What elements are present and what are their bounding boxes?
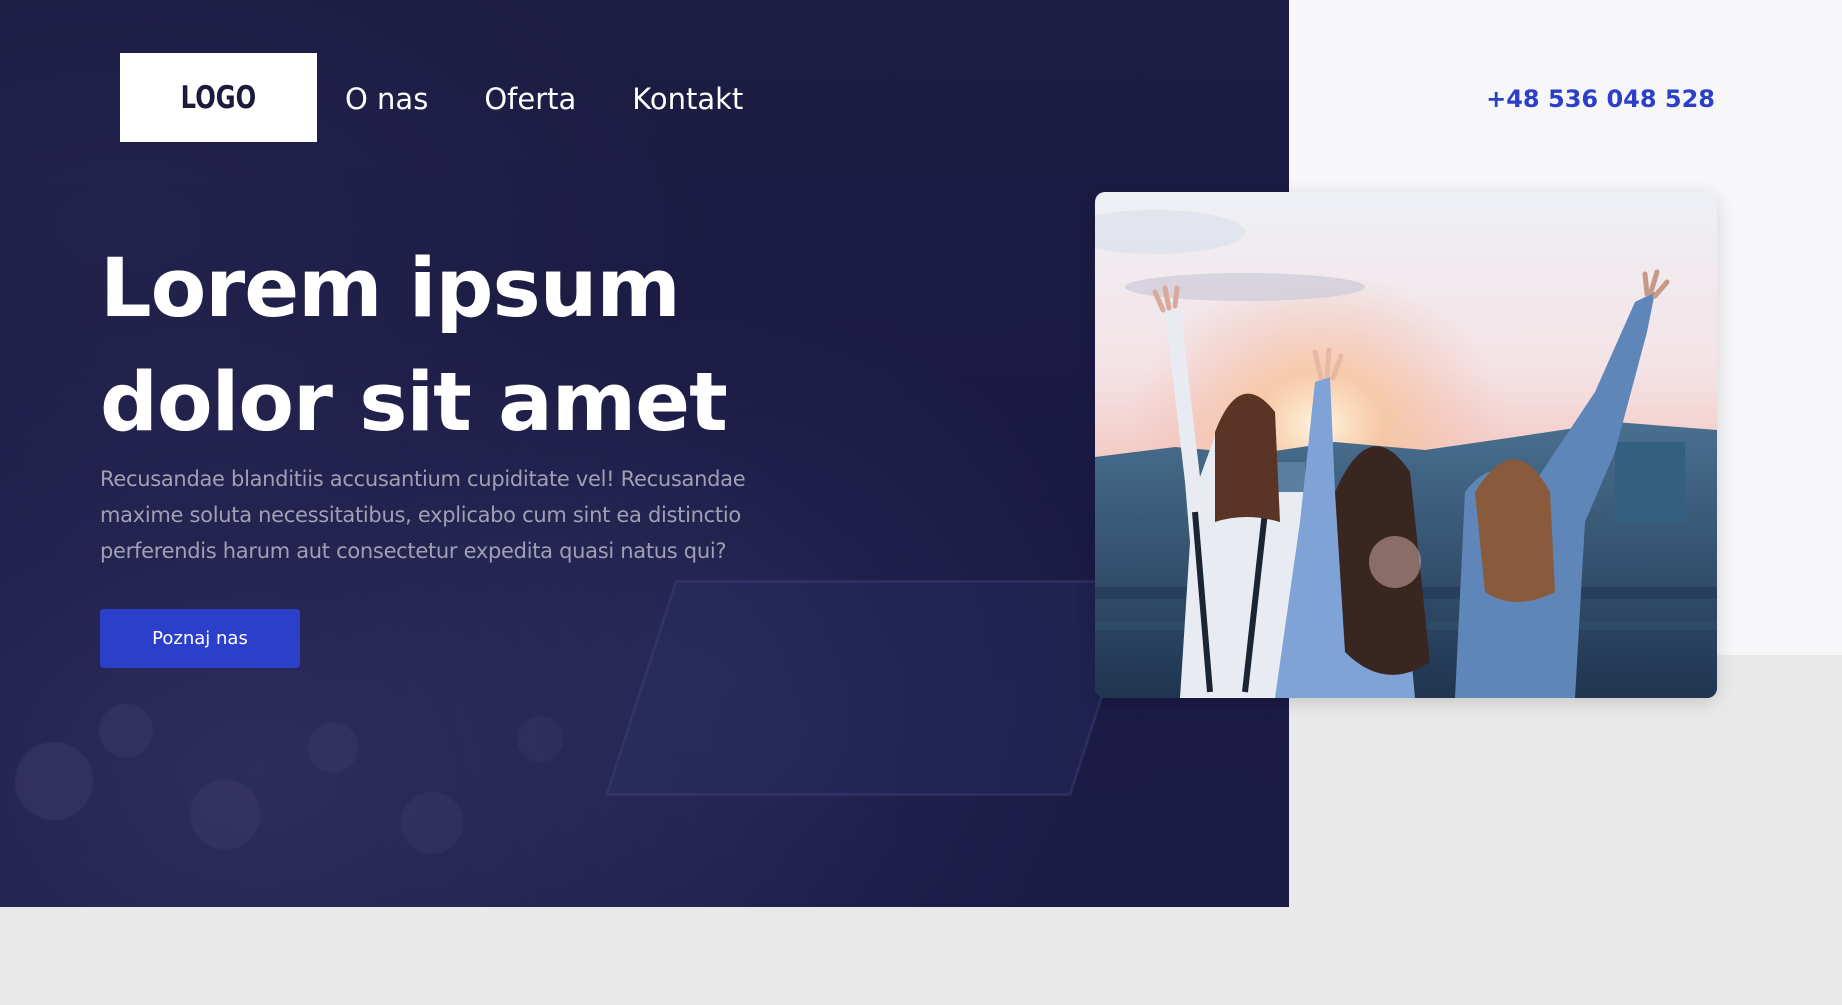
- nav-item-o-nas[interactable]: O nas: [345, 79, 428, 119]
- logo: LOGO: [180, 79, 257, 116]
- phone-link[interactable]: +48 536 048 528: [1486, 79, 1715, 119]
- background-pool-overlay: [604, 580, 1142, 796]
- hero-photo: [1095, 192, 1717, 698]
- landing-page: LOGO O nas Oferta Kontakt +48 536 048 52…: [0, 0, 1842, 1005]
- nav-item-kontakt[interactable]: Kontakt: [632, 79, 743, 119]
- nav-item-oferta[interactable]: Oferta: [484, 79, 576, 119]
- main-nav: O nas Oferta Kontakt: [345, 79, 799, 119]
- logo-link[interactable]: LOGO: [120, 53, 317, 142]
- hero-lead-text: Recusandae blanditiis accusantium cupidi…: [100, 467, 746, 563]
- hero-headline: Lorem ipsum dolor sit amet: [100, 232, 820, 460]
- hero-headline-line-2: dolor sit amet: [100, 356, 728, 450]
- poznaj-nas-button[interactable]: Poznaj nas: [100, 609, 300, 668]
- hero-headline-line-1: Lorem ipsum: [100, 242, 681, 336]
